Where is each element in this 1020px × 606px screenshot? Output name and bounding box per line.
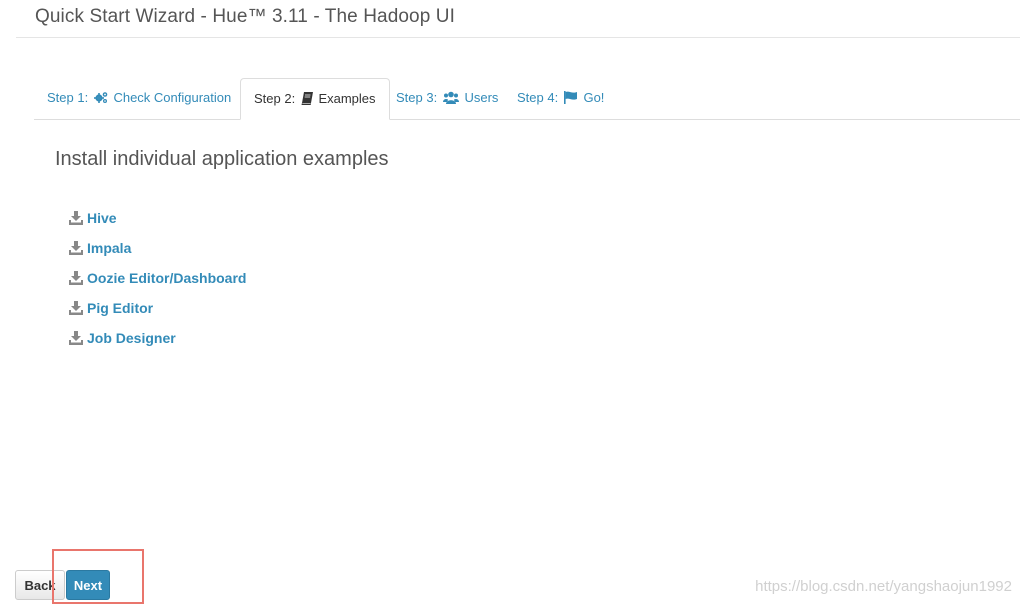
download-icon — [69, 301, 83, 315]
tab-step-1-check-configuration[interactable]: Step 1: Check Configuration — [34, 78, 244, 119]
flag-icon — [563, 91, 578, 107]
tab-step-label: Go! — [583, 90, 605, 105]
download-icon — [69, 241, 83, 255]
users-icon — [442, 91, 459, 107]
example-label: Impala — [87, 240, 132, 256]
book-icon — [301, 92, 313, 108]
install-example-pig-editor-link[interactable]: Pig Editor — [69, 300, 153, 316]
tab-step-label: Users — [464, 90, 499, 105]
install-example-impala-link[interactable]: Impala — [69, 240, 131, 256]
cogs-icon — [93, 91, 108, 107]
section-title: Install individual application examples — [55, 148, 389, 170]
page-title: Quick Start Wizard - Hue™ 3.11 - The Had… — [35, 6, 455, 27]
tab-step-prefix: Step 2: — [254, 91, 296, 106]
tab-step-2-examples[interactable]: Step 2: Examples — [240, 78, 390, 120]
tab-step-label: Check Configuration — [113, 90, 232, 105]
tab-step-prefix: Step 4: — [517, 90, 559, 105]
list-item: Hive — [69, 203, 246, 233]
download-icon — [69, 271, 83, 285]
title-divider — [16, 37, 1020, 38]
tab-step-4-go[interactable]: Step 4: Go! — [504, 78, 617, 119]
watermark-text: https://blog.csdn.net/yangshaojun1992 — [755, 578, 1012, 595]
download-icon — [69, 331, 83, 345]
tab-step-label: Examples — [318, 91, 376, 106]
quick-start-wizard-page: Quick Start Wizard - Hue™ 3.11 - The Had… — [0, 0, 1020, 606]
tab-step-prefix: Step 3: — [396, 90, 438, 105]
list-item: Oozie Editor/Dashboard — [69, 263, 246, 293]
tab-step-prefix: Step 1: — [47, 90, 89, 105]
example-label: Hive — [87, 210, 117, 226]
install-example-oozie-link[interactable]: Oozie Editor/Dashboard — [69, 270, 246, 286]
examples-list: Hive Impala Oozie Editor/Dashboard Pig E… — [69, 203, 246, 353]
tab-step-3-users[interactable]: Step 3: Users — [383, 78, 511, 119]
download-icon — [69, 211, 83, 225]
example-label: Oozie Editor/Dashboard — [87, 270, 247, 286]
example-label: Job Designer — [87, 330, 176, 346]
list-item: Pig Editor — [69, 293, 246, 323]
list-item: Impala — [69, 233, 246, 263]
next-button[interactable]: Next — [66, 570, 110, 600]
wizard-step-tabs: Step 1: Check Configuration Step 2: Exam… — [34, 78, 1020, 120]
list-item: Job Designer — [69, 323, 246, 353]
example-label: Pig Editor — [87, 300, 154, 316]
back-button[interactable]: Back — [15, 570, 65, 600]
install-example-job-designer-link[interactable]: Job Designer — [69, 330, 176, 346]
install-example-hive-link[interactable]: Hive — [69, 210, 117, 226]
